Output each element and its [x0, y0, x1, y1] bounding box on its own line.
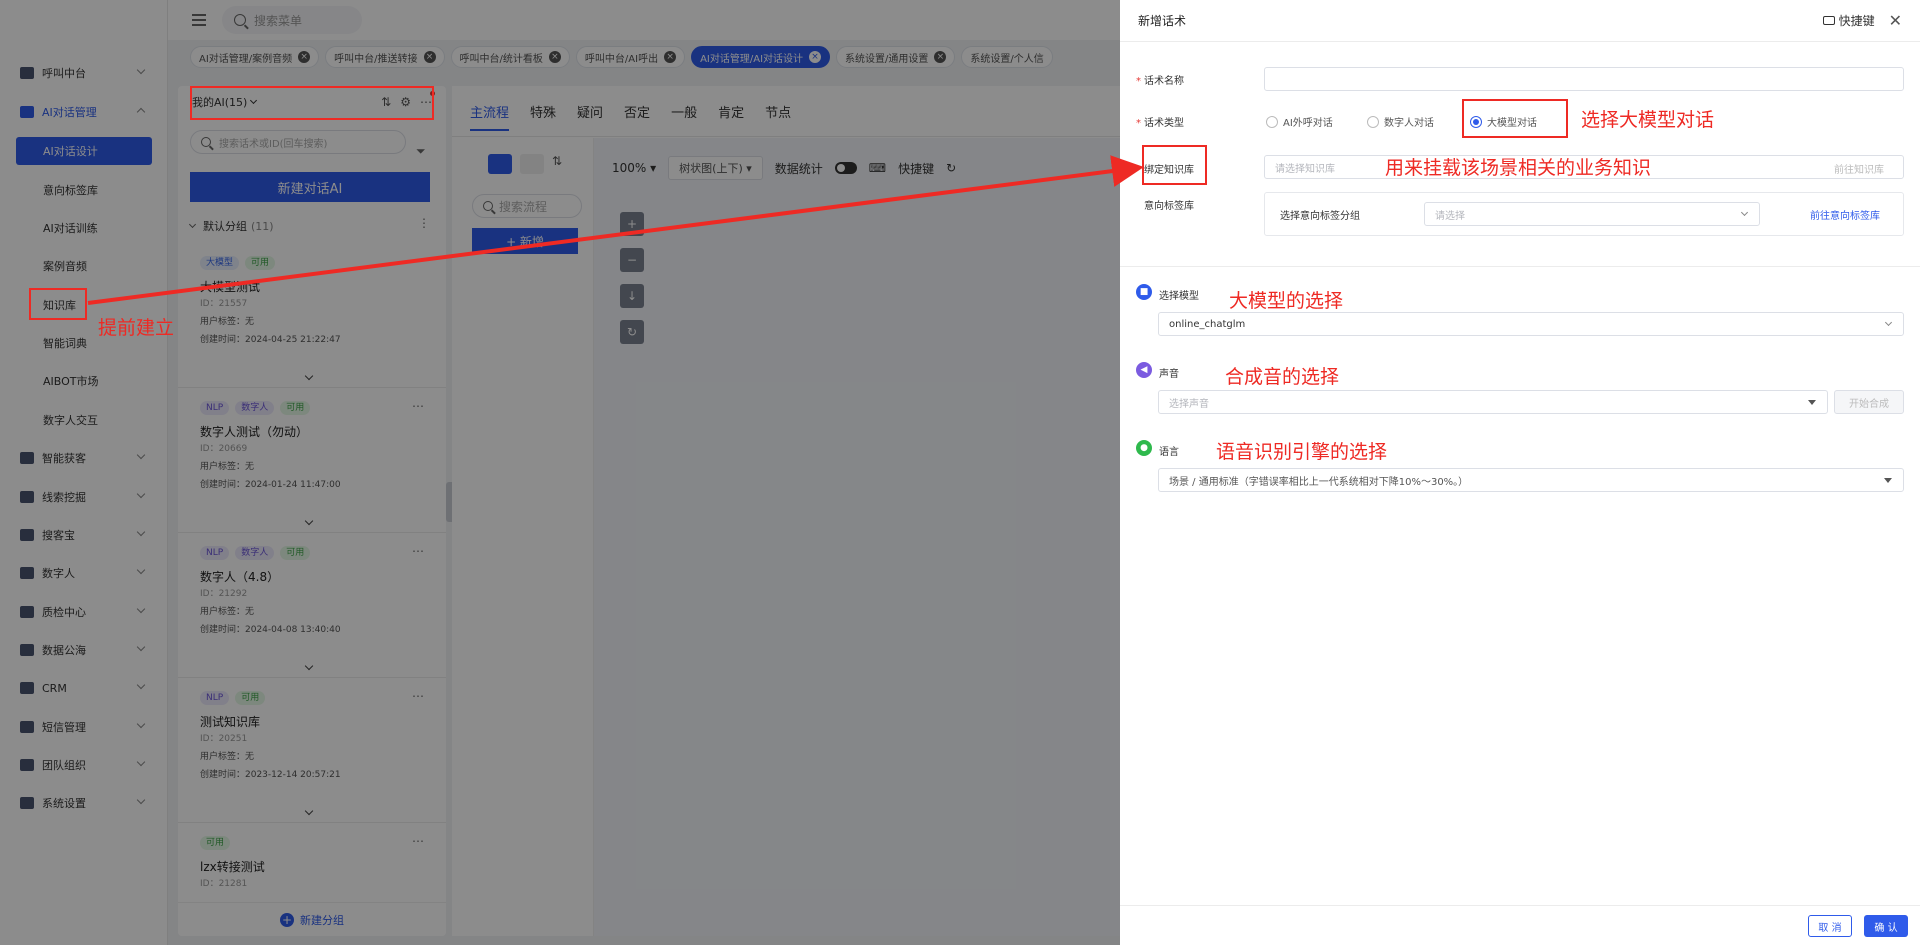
voice-placeholder: 选择声音 — [1169, 398, 1209, 410]
drawer-title: 新增话术 — [1138, 14, 1187, 28]
caret-down-icon — [1808, 400, 1816, 405]
divider — [1120, 266, 1920, 267]
annotation-box-kb-menu — [29, 288, 87, 320]
model-select[interactable]: online_chatglm — [1158, 312, 1904, 336]
annotation-select-llm: 选择大模型对话 — [1581, 109, 1715, 131]
annotation-box-kb — [1142, 145, 1207, 185]
go-to-intent-link[interactable]: 前往意向标签库 — [1810, 207, 1880, 222]
model-value: online_chatglm — [1169, 318, 1246, 330]
annotation-voice-note: 合成音的选择 — [1225, 366, 1340, 388]
annotation-kb-note: 用来挂载该场景相关的业务知识 — [1385, 157, 1652, 179]
go-to-kb-link[interactable]: 前往知识库 — [1834, 161, 1884, 176]
radio-digital-human[interactable]: 数字人对话 — [1367, 114, 1434, 129]
drawer-header: 新增话术 快捷键 ✕ — [1120, 0, 1920, 42]
shortcut-button[interactable]: 快捷键 — [1822, 12, 1875, 29]
close-icon[interactable]: ✕ — [1889, 11, 1902, 30]
intent-label: 意向标签库 — [1144, 201, 1194, 212]
annotation-asr-note: 语音识别引擎的选择 — [1216, 441, 1388, 463]
annotation-prebuild: 提前建立 — [98, 317, 175, 339]
intent-group-select[interactable]: 请选择 — [1424, 202, 1760, 226]
radio-label: 数字人对话 — [1384, 118, 1434, 129]
annotation-box-new-ai — [190, 86, 434, 120]
speaker-icon: ◀ — [1136, 362, 1152, 378]
language-icon: ● — [1136, 440, 1152, 456]
annotation-model-note: 大模型的选择 — [1229, 290, 1344, 312]
voice-select[interactable]: 选择声音 — [1158, 390, 1828, 414]
name-label: * 话术名称 — [1136, 76, 1184, 87]
modal-overlay[interactable] — [0, 0, 1120, 945]
radio-label: AI外呼对话 — [1283, 118, 1333, 129]
radio-circle-icon — [1367, 115, 1379, 128]
intent-group-label: 选择意向标签分组 — [1280, 211, 1360, 222]
drawer-footer: 取 消 确 认 — [1120, 905, 1920, 945]
confirm-button[interactable]: 确 认 — [1864, 915, 1908, 937]
language-label: 语言 — [1159, 447, 1179, 458]
radio-circle-icon — [1266, 115, 1278, 128]
annotation-box-llm-radio — [1462, 99, 1568, 138]
intent-placeholder: 请选择 — [1435, 210, 1465, 222]
type-label: * 话术类型 — [1136, 118, 1184, 129]
script-name-input[interactable] — [1264, 67, 1904, 91]
radio-ai-outbound[interactable]: AI外呼对话 — [1266, 114, 1333, 129]
model-icon: ■ — [1136, 284, 1152, 300]
caret-down-icon — [1884, 478, 1892, 483]
kb-placeholder: 请选择知识库 — [1275, 163, 1335, 175]
model-label: 选择模型 — [1159, 291, 1199, 302]
cancel-button[interactable]: 取 消 — [1808, 915, 1852, 937]
new-script-drawer: 新增话术 快捷键 ✕ * 话术名称 * 话术类型 AI外呼对话 数字人对话 大模型对… — [1120, 0, 1920, 945]
voice-label: 声音 — [1159, 369, 1179, 380]
start-synthesis-button[interactable]: 开始合成 — [1834, 390, 1904, 414]
keyboard-icon — [1822, 16, 1835, 25]
shortcut-label: 快捷键 — [1838, 14, 1875, 28]
language-select[interactable]: 场景 / 通用标准（字错误率相比上一代系统相对下降10%～30%。） — [1158, 468, 1904, 492]
language-value: 场景 / 通用标准（字错误率相比上一代系统相对下降10%～30%。） — [1169, 476, 1469, 488]
